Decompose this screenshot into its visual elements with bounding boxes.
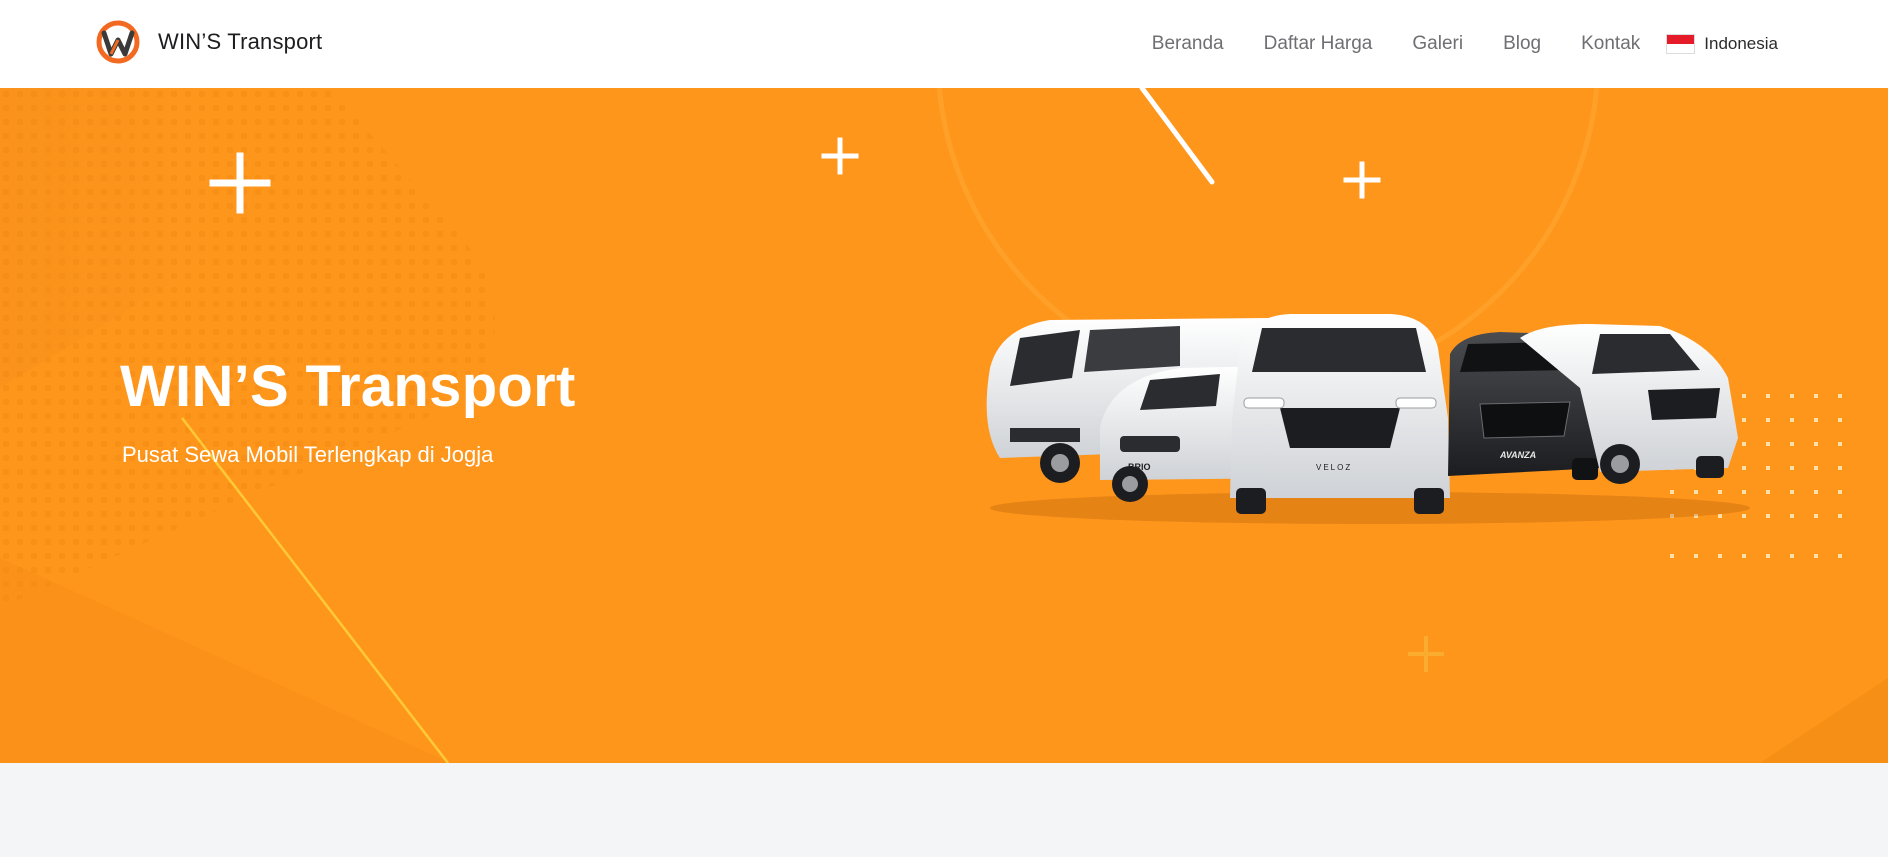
hero-subtitle: Pusat Sewa Mobil Terlengkap di Jogja (122, 442, 494, 467)
top-navbar: WIN’S Transport Beranda Daftar Harga Gal… (0, 0, 1888, 88)
nav-link-kontak[interactable]: Kontak (1581, 33, 1640, 55)
language-switcher[interactable]: Indonesia (1666, 34, 1778, 54)
wins-transport-logo-icon (96, 20, 140, 64)
brand-home-link[interactable]: WIN’S Transport (96, 20, 322, 64)
nav-link-blog[interactable]: Blog (1503, 33, 1541, 55)
hero-banner: WIN’S Transport Pusat Sewa Mobil Terleng… (0, 88, 1888, 763)
veloz-badge-text: VELOZ (1316, 463, 1352, 472)
hero-title: WIN’S Transport (120, 354, 576, 419)
main-nav: Beranda Daftar Harga Galeri Blog Kontak … (1152, 0, 1778, 88)
language-label: Indonesia (1704, 34, 1778, 53)
nav-link-daftar-harga[interactable]: Daftar Harga (1264, 33, 1373, 55)
veloz-car: VELOZ (1230, 314, 1450, 514)
indonesia-flag-icon (1666, 34, 1696, 54)
content-section (0, 763, 1888, 857)
avanza-badge-text: AVANZA (1499, 450, 1536, 460)
car-lineup-image: BRIO VELOZ AVANZA (986, 314, 1750, 524)
brand-name: WIN’S Transport (158, 29, 323, 54)
nav-link-galeri[interactable]: Galeri (1412, 33, 1463, 55)
nav-link-beranda[interactable]: Beranda (1152, 33, 1224, 55)
